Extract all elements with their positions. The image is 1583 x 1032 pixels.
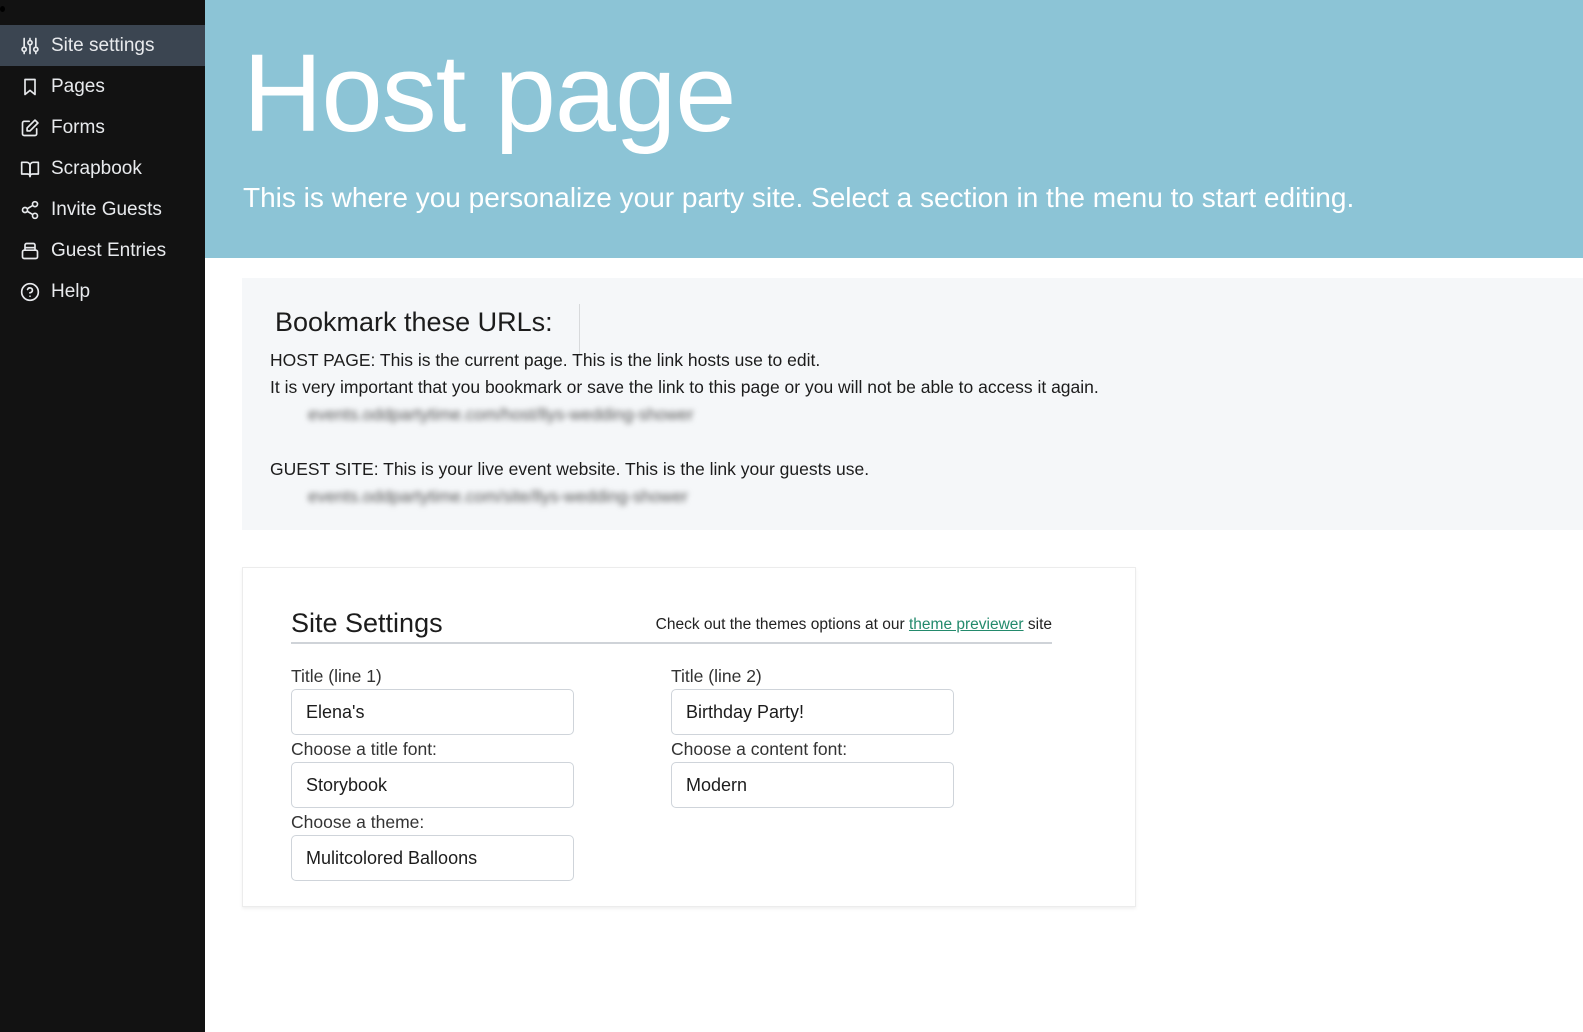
page-title: Host page (243, 32, 736, 155)
site-settings-header: Site Settings Check out the themes optio… (291, 608, 1052, 644)
book-open-icon (20, 161, 40, 177)
site-settings-heading: Site Settings (291, 608, 443, 638)
site-settings-card: Site Settings Check out the themes optio… (242, 567, 1136, 907)
bookmark-icon (24, 78, 36, 95)
edit-icon (21, 118, 39, 136)
sidebar-item-label: Pages (51, 75, 105, 97)
sidebar-item-label: Forms (51, 116, 105, 138)
content-font-select[interactable] (671, 762, 954, 808)
content-font-label: Choose a content font: (671, 739, 848, 759)
title-line2-label: Title (line 2) (671, 666, 762, 686)
note-suffix: site (1023, 616, 1052, 633)
sidebar-nav: Site settings Pages Forms Scrapbook Invi… (0, 25, 205, 312)
sidebar-item-pages[interactable]: Pages (0, 66, 205, 107)
sidebar-item-label: Help (51, 280, 91, 302)
window-dot (0, 6, 5, 12)
page-subtitle: This is where you personalize your party… (243, 182, 1355, 213)
title-line1-label: Title (line 1) (291, 666, 382, 686)
theme-previewer-link[interactable]: theme previewer (909, 616, 1024, 633)
theme-label: Choose a theme: (291, 812, 425, 832)
sidebar: Site settings Pages Forms Scrapbook Invi… (0, 0, 205, 1032)
sliders-icon (21, 37, 39, 54)
bookmark-heading: Bookmark these URLs: (275, 304, 580, 354)
sidebar-item-forms[interactable]: Forms (0, 107, 205, 148)
sidebar-item-site-settings[interactable]: Site settings (0, 25, 205, 66)
sidebar-item-invite-guests[interactable]: Invite Guests (0, 189, 205, 230)
page-header: Host page This is where you personalize … (205, 0, 1583, 258)
host-page-url[interactable]: events.oddpartytime.com/host/llys-weddin… (308, 405, 694, 425)
note-prefix: Check out the themes options at our (655, 616, 909, 633)
sidebar-item-label: Invite Guests (51, 198, 162, 220)
sidebar-item-label: Scrapbook (51, 157, 142, 179)
guest-site-url[interactable]: events.oddpartytime.com/site/llys-weddin… (308, 487, 688, 507)
theme-previewer-note: Check out the themes options at our them… (656, 616, 1052, 634)
guest-site-description: GUEST SITE: This is your live event webs… (270, 459, 870, 479)
bookmark-urls-panel: Bookmark these URLs: HOST PAGE: This is … (242, 278, 1583, 530)
sidebar-item-scrapbook[interactable]: Scrapbook (0, 148, 205, 189)
host-page-description: HOST PAGE: This is the current page. Thi… (270, 350, 821, 370)
host-page-warning: It is very important that you bookmark o… (270, 377, 1099, 397)
theme-select[interactable] (291, 835, 574, 881)
help-circle-icon (20, 282, 40, 301)
sidebar-item-help[interactable]: Help (0, 271, 205, 312)
title-font-label: Choose a title font: (291, 739, 437, 759)
title-line2-input[interactable] (671, 689, 954, 735)
title-font-select[interactable] (291, 762, 574, 808)
sidebar-item-label: Site settings (51, 34, 155, 56)
share-icon (21, 200, 39, 219)
sidebar-item-label: Guest Entries (51, 239, 167, 261)
sidebar-item-guest-entries[interactable]: Guest Entries (0, 230, 205, 271)
title-line1-input[interactable] (291, 689, 574, 735)
inbox-icon (21, 242, 39, 259)
